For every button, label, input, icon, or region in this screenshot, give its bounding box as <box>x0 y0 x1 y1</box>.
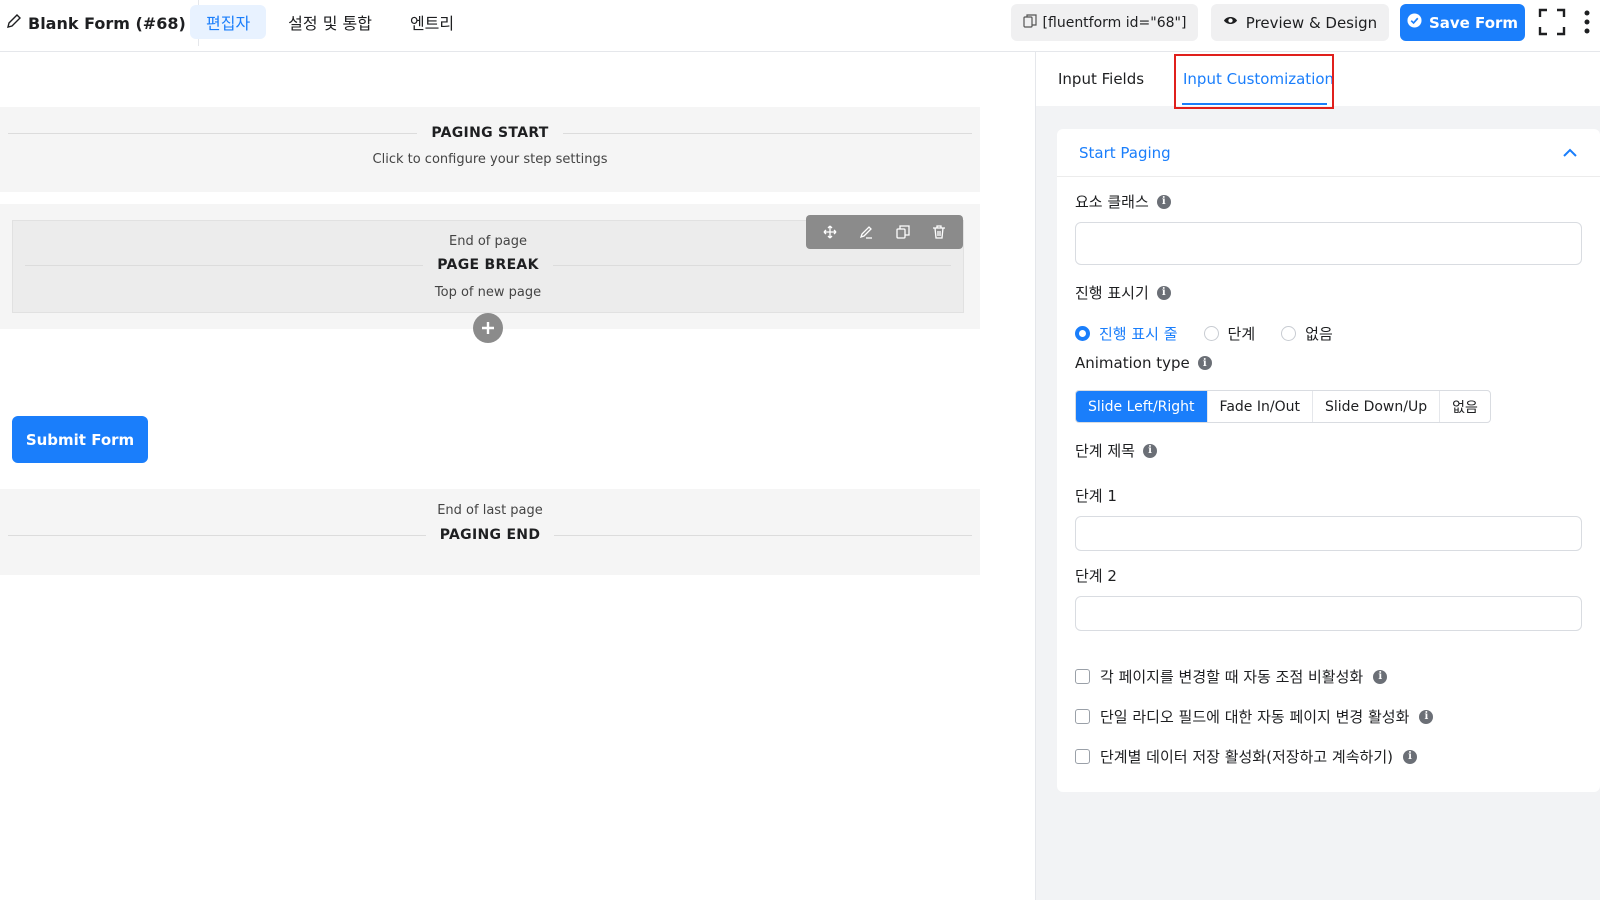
more-options-icon[interactable] <box>1584 8 1590 36</box>
info-icon[interactable]: i <box>1156 194 1171 209</box>
save-form-label: Save Form <box>1428 13 1519 32</box>
radio-steps-label: 단계 <box>1227 325 1256 343</box>
animation-none[interactable]: 없음 <box>1440 391 1490 422</box>
progress-indicator-radio-group: 진행 표시 줄 단계 없음 <box>1075 323 1333 344</box>
progress-indicator-label: 진행 표시기 i <box>1075 282 1171 303</box>
animation-type-segmented-control: Slide Left/Right Fade In/Out Slide Down/… <box>1075 390 1491 423</box>
info-icon[interactable]: i <box>1419 709 1434 724</box>
step1-label: 단계 1 <box>1075 485 1117 506</box>
form-title: Blank Form (#68) <box>6 0 199 46</box>
animation-fade-in-out[interactable]: Fade In/Out <box>1208 391 1313 422</box>
duplicate-icon[interactable] <box>895 224 911 240</box>
checkbox-box[interactable] <box>1075 709 1090 724</box>
checkbox-save-and-resume-label: 단계별 데이터 저장 활성화(저장하고 계속하기) <box>1100 748 1393 766</box>
checkbox-save-and-resume[interactable]: 단계별 데이터 저장 활성화(저장하고 계속하기) i <box>1075 746 1417 767</box>
field-action-toolbar <box>806 215 963 249</box>
radio-dot <box>1075 326 1090 341</box>
page-break-bottom-text: Top of new page <box>434 285 542 300</box>
pencil-icon <box>6 13 22 33</box>
checkbox-auto-page-change[interactable]: 단일 라디오 필드에 대한 자동 페이지 변경 활성화 i <box>1075 706 1434 727</box>
move-icon[interactable] <box>822 224 838 240</box>
preview-design-button[interactable]: Preview & Design <box>1211 4 1389 41</box>
step2-label: 단계 2 <box>1075 565 1117 586</box>
info-icon[interactable]: i <box>1142 443 1157 458</box>
animation-type-label-text: Animation type <box>1075 354 1190 372</box>
start-paging-title: Start Paging <box>1079 144 1171 162</box>
fullscreen-icon[interactable] <box>1538 8 1566 36</box>
paging-end-title-text: PAGING END <box>439 527 541 543</box>
paging-start-title-text: PAGING START <box>431 125 549 141</box>
paging-end-top-text: End of last page <box>437 503 543 518</box>
radio-dot <box>1203 326 1219 341</box>
paging-start-title: PAGING START <box>8 125 972 141</box>
checkbox-auto-page-change-label: 단일 라디오 필드에 대한 자동 페이지 변경 활성화 <box>1100 708 1410 726</box>
step1-label-text: 단계 1 <box>1075 487 1117 505</box>
paging-end-block[interactable]: End of last page PAGING END <box>0 489 980 575</box>
info-icon[interactable]: i <box>1156 285 1171 300</box>
top-bar: Blank Form (#68) 편집자 설정 및 통합 엔트리 [fluent… <box>0 0 1600 52</box>
paging-start-block[interactable]: PAGING START Click to configure your ste… <box>0 107 980 192</box>
checkbox-disable-autofocus-label: 각 페이지를 변경할 때 자동 조점 비활성화 <box>1100 668 1364 686</box>
chevron-up-icon[interactable] <box>1562 145 1578 161</box>
page-break-title: PAGE BREAK <box>25 257 951 273</box>
info-icon[interactable]: i <box>1373 669 1388 684</box>
shortcode-copy-button[interactable]: [fluentform id="68"] <box>1011 4 1198 41</box>
step1-title-input[interactable] <box>1075 516 1582 551</box>
element-class-input[interactable] <box>1075 222 1582 265</box>
tab-entries[interactable]: 엔트리 <box>394 5 470 39</box>
submit-form-button[interactable]: Submit Form <box>12 416 148 463</box>
highlight-annotation-box <box>1174 54 1334 109</box>
step-titles-label-text: 단계 제목 <box>1075 442 1135 460</box>
progress-indicator-label-text: 진행 표시기 <box>1075 284 1149 302</box>
info-icon[interactable]: i <box>1402 749 1417 764</box>
checkbox-box[interactable] <box>1075 749 1090 764</box>
checkbox-disable-autofocus[interactable]: 각 페이지를 변경할 때 자동 조점 비활성화 i <box>1075 666 1388 687</box>
step-titles-label: 단계 제목 i <box>1075 440 1157 461</box>
form-editor-canvas: PAGING START Click to configure your ste… <box>0 52 1035 900</box>
preview-design-label: Preview & Design <box>1245 13 1378 32</box>
animation-slide-left-right[interactable]: Slide Left/Right <box>1076 391 1208 422</box>
form-title-text: Blank Form (#68) <box>28 13 186 33</box>
radio-none[interactable]: 없음 <box>1281 323 1333 344</box>
start-paging-header[interactable]: Start Paging <box>1057 129 1600 177</box>
shortcode-text: [fluentform id="68"] <box>1042 14 1187 31</box>
eye-icon <box>1223 13 1238 32</box>
add-field-plus-icon[interactable] <box>473 313 503 343</box>
copy-icon <box>1022 13 1037 32</box>
checkbox-box[interactable] <box>1075 669 1090 684</box>
check-circle-icon <box>1407 13 1422 32</box>
tab-input-fields[interactable]: Input Fields <box>1058 52 1144 106</box>
radio-dot <box>1281 326 1297 341</box>
start-paging-settings-card: Start Paging 요소 클래스 i 진행 표시기 i 진행 표시 줄 단… <box>1057 129 1600 792</box>
tab-settings-integrations[interactable]: 설정 및 통합 <box>272 5 388 39</box>
radio-progress-bar-label: 진행 표시 줄 <box>1099 325 1178 343</box>
step2-title-input[interactable] <box>1075 596 1582 631</box>
step2-label-text: 단계 2 <box>1075 567 1117 585</box>
main-nav-tabs: 편집자 설정 및 통합 엔트리 <box>190 5 470 39</box>
page-break-title-text: PAGE BREAK <box>437 257 539 273</box>
info-icon[interactable]: i <box>1197 356 1212 370</box>
save-form-button[interactable]: Save Form <box>1400 4 1525 41</box>
radio-steps[interactable]: 단계 <box>1203 323 1256 344</box>
element-class-label: 요소 클래스 i <box>1075 191 1171 212</box>
paging-start-subtitle: Click to configure your step settings <box>372 152 608 167</box>
trash-icon[interactable] <box>931 224 947 240</box>
paging-end-title: PAGING END <box>8 527 972 543</box>
animation-slide-down-up[interactable]: Slide Down/Up <box>1313 391 1441 422</box>
radio-progress-bar[interactable]: 진행 표시 줄 <box>1075 323 1178 344</box>
element-class-label-text: 요소 클래스 <box>1075 193 1149 211</box>
radio-none-label: 없음 <box>1305 325 1333 343</box>
edit-icon[interactable] <box>858 224 874 240</box>
tab-editor[interactable]: 편집자 <box>190 5 267 39</box>
animation-type-label: Animation type i <box>1075 354 1212 372</box>
